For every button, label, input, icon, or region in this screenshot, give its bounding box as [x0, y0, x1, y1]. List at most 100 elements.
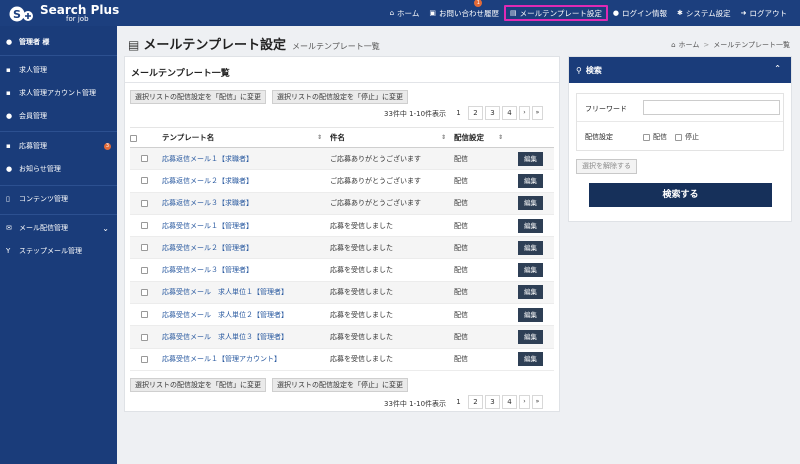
- edit-button[interactable]: 編集: [518, 173, 543, 188]
- next-page-button[interactable]: ›: [519, 106, 530, 120]
- template-name-link[interactable]: 応募返信メール１【求職者】: [158, 147, 326, 171]
- sidebar-item-contents[interactable]: ▯ コンテンツ管理: [0, 189, 117, 209]
- template-status: 配信: [450, 214, 507, 238]
- page-button[interactable]: 2: [468, 395, 483, 409]
- sidebar-divider: [0, 185, 117, 186]
- template-name-link[interactable]: 応募受信メール１【管理者】: [158, 214, 326, 238]
- row-checkbox[interactable]: [140, 199, 148, 207]
- sort-icon: ⇕: [440, 134, 446, 141]
- row-action-cell: 編集: [507, 281, 554, 305]
- chevron-up-icon[interactable]: ⌃: [774, 64, 781, 73]
- app-logo[interactable]: S Search Plus for job: [4, 2, 119, 24]
- bulk-enable-button[interactable]: 選択リストの配信設定を「配信」に変更: [130, 90, 266, 104]
- sidebar-item-members[interactable]: ● 会員管理: [0, 106, 117, 126]
- bulk-disable-button-bottom[interactable]: 選択リストの配信設定を「停止」に変更: [272, 378, 408, 392]
- nav-mail-template-label: メールテンプレート設定: [519, 8, 602, 18]
- template-name-link[interactable]: 応募受信メール 求人単位１【管理者】: [158, 281, 326, 305]
- row-checkbox[interactable]: [140, 155, 148, 163]
- sidebar-item-jobs[interactable]: ▪ 求人管理: [0, 60, 117, 80]
- template-name-link[interactable]: 応募返信メール３【求職者】: [158, 192, 326, 215]
- sidebar-item-label: 求人管理: [19, 66, 47, 74]
- freeword-input[interactable]: [643, 100, 780, 115]
- select-all-checkbox[interactable]: [130, 134, 137, 142]
- nav-mail-template[interactable]: ▤ メールテンプレート設定: [503, 5, 608, 21]
- nav-inquiry-history[interactable]: ▣ お問い合わせ履歴 1: [424, 0, 504, 21]
- sidebar-user[interactable]: ● 管理者 様: [0, 32, 117, 52]
- pagination-top: 1 2 3 4 › »: [449, 106, 543, 120]
- status-off-checkbox[interactable]: [675, 133, 682, 141]
- row-checkbox[interactable]: [140, 222, 148, 230]
- edit-button[interactable]: 編集: [518, 151, 543, 166]
- row-checkbox[interactable]: [140, 177, 148, 185]
- template-status: 配信: [450, 281, 507, 305]
- next-page-button[interactable]: ›: [519, 395, 530, 409]
- template-name-link[interactable]: 応募受信メール 求人単位２【管理者】: [158, 303, 326, 327]
- form-row-divider: [577, 121, 783, 122]
- row-checkbox[interactable]: [140, 355, 148, 363]
- col-header-subject[interactable]: 件名 ⇕: [326, 127, 450, 148]
- edit-button[interactable]: 編集: [518, 352, 543, 367]
- template-subject: 応募を受信しました: [326, 214, 450, 238]
- search-panel-header[interactable]: ⚲ 検索 ⌃: [569, 57, 791, 83]
- row-checkbox[interactable]: [140, 311, 148, 319]
- col-header-status[interactable]: 配信設定 ⇕: [450, 127, 507, 148]
- page-button[interactable]: 1: [451, 395, 466, 409]
- template-name-link[interactable]: 応募返信メール２【求職者】: [158, 169, 326, 193]
- row-checkbox[interactable]: [140, 244, 148, 252]
- bulk-disable-button[interactable]: 選択リストの配信設定を「停止」に変更: [272, 90, 408, 104]
- nav-system-settings[interactable]: ✱ システム設定: [672, 5, 736, 21]
- edit-button[interactable]: 編集: [518, 330, 543, 345]
- last-page-button[interactable]: »: [532, 395, 543, 409]
- sidebar-item-mail-delivery[interactable]: ✉ メール配信管理 ⌄: [0, 218, 117, 238]
- row-checkbox[interactable]: [140, 266, 148, 274]
- template-subject: 応募を受信しました: [326, 258, 450, 282]
- template-table-body: 応募返信メール１【求職者】 ご応募ありがとうございます 配信 編集 応募返信メール２【求…: [130, 147, 554, 371]
- last-page-button[interactable]: »: [532, 106, 543, 120]
- col-header-name[interactable]: テンプレート名 ⇕: [158, 127, 326, 148]
- search-form: フリーワード 配信設定 配信 停止: [576, 93, 784, 151]
- search-button[interactable]: 検索する: [589, 183, 772, 207]
- search-icon: ⚲: [576, 65, 582, 75]
- sort-icon: ⇕: [497, 134, 503, 141]
- sidebar-item-label: お知らせ管理: [19, 165, 61, 173]
- user-key-icon: ●: [612, 9, 619, 17]
- page-button[interactable]: 4: [502, 395, 517, 409]
- status-on-checkbox[interactable]: [643, 133, 650, 141]
- nav-home[interactable]: ⌂ ホーム: [385, 5, 425, 21]
- page-button[interactable]: 1: [451, 106, 466, 120]
- page-button[interactable]: 4: [502, 106, 517, 120]
- template-status: 配信: [450, 169, 507, 193]
- template-name-link[interactable]: 応募受信メール３【管理者】: [158, 258, 326, 282]
- sidebar-item-job-accounts[interactable]: ▪ 求人管理アカウント管理: [0, 83, 117, 103]
- row-checkbox[interactable]: [140, 288, 148, 296]
- edit-button[interactable]: 編集: [518, 263, 543, 278]
- sidebar-item-applications[interactable]: ▪ 応募管理 3: [0, 136, 117, 156]
- page-button[interactable]: 3: [485, 106, 500, 120]
- page-button[interactable]: 3: [485, 395, 500, 409]
- page-button[interactable]: 2: [468, 106, 483, 120]
- template-name-link[interactable]: 応募受信メール２【管理者】: [158, 236, 326, 260]
- bulk-enable-button-bottom[interactable]: 選択リストの配信設定を「配信」に変更: [130, 378, 266, 392]
- edit-button[interactable]: 編集: [518, 307, 543, 322]
- template-name-link[interactable]: 応募受信メール１【管理アカウント】: [158, 348, 326, 371]
- row-select-cell: [130, 214, 158, 238]
- edit-button[interactable]: 編集: [518, 240, 543, 255]
- sidebar-item-step-mail[interactable]: Y ステップメール管理: [0, 241, 117, 261]
- row-select-cell: [130, 303, 158, 327]
- status-off-label: 停止: [685, 133, 699, 141]
- nav-login-info[interactable]: ● ログイン情報: [608, 5, 672, 21]
- clear-selection-button[interactable]: 選択を解除する: [576, 159, 637, 174]
- card-divider: [125, 82, 559, 83]
- edit-button[interactable]: 編集: [518, 196, 543, 211]
- table-row: 応募受信メール２【管理者】 応募を受信しました 配信 編集: [130, 236, 554, 260]
- row-checkbox[interactable]: [140, 333, 148, 341]
- status-off-option[interactable]: 停止: [675, 132, 699, 142]
- edit-button[interactable]: 編集: [518, 285, 543, 300]
- status-on-option[interactable]: 配信: [643, 132, 667, 142]
- template-name-link[interactable]: 応募受信メール 求人単位３【管理者】: [158, 325, 326, 349]
- breadcrumb-home[interactable]: ホーム: [679, 40, 700, 50]
- gear-icon: ✱: [676, 9, 683, 17]
- edit-button[interactable]: 編集: [518, 218, 543, 233]
- nav-logout[interactable]: ➜ ログアウト: [736, 5, 792, 21]
- sidebar-item-notices[interactable]: ● お知らせ管理: [0, 159, 117, 179]
